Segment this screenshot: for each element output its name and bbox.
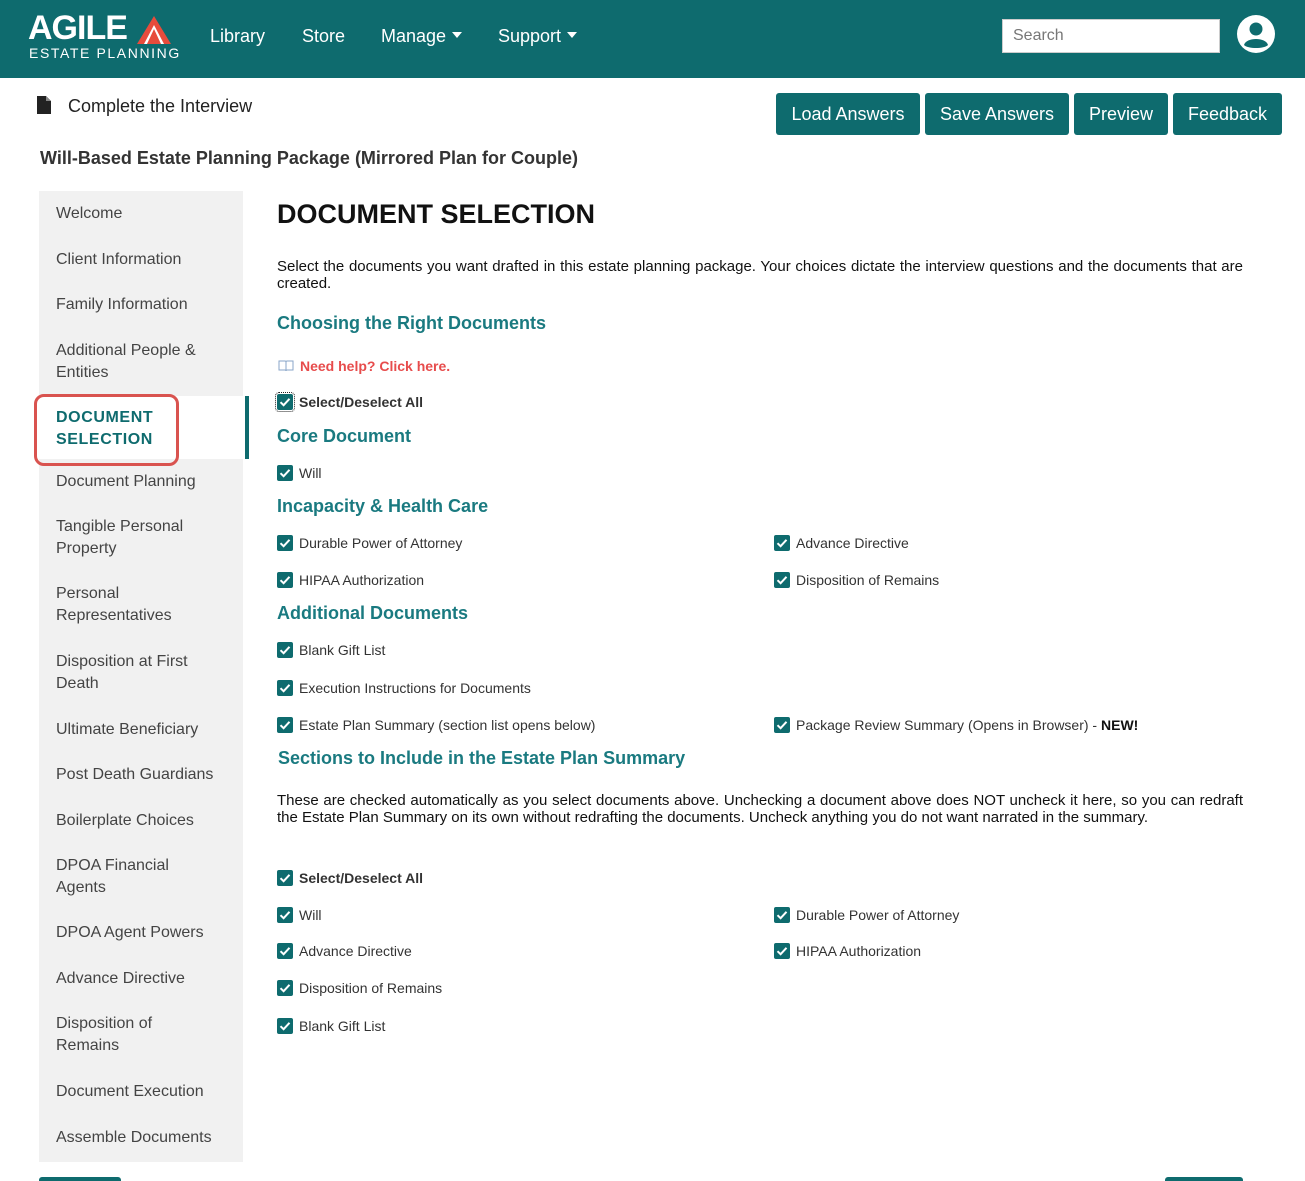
help-link-label: Need help? Click here. — [300, 358, 451, 374]
agile-logo[interactable]: AGILE ESTATE PLANNING — [28, 9, 181, 66]
checkbox-checked-icon — [277, 980, 293, 996]
checkbox-label: Advance Directive — [796, 535, 909, 551]
package-title: Will-Based Estate Planning Package (Mirr… — [40, 148, 578, 168]
choosing-documents-heading: Choosing the Right Documents — [277, 313, 546, 333]
chevron-down-icon — [452, 32, 463, 38]
nav-manage-label: Manage — [381, 26, 447, 46]
page-heading: Complete the Interview — [68, 96, 253, 116]
checkbox-label: Execution Instructions for Documents — [299, 680, 531, 696]
sidebar-item-dpoa-agent-powers[interactable]: DPOA Agent Powers — [56, 922, 238, 944]
checkbox-checked-icon — [277, 680, 293, 696]
sidebar-item-disposition-first-death[interactable]: Disposition at First Death — [56, 651, 206, 695]
checkbox-checked-icon — [277, 572, 293, 588]
top-navbar: AGILE ESTATE PLANNING Library Store Mana… — [0, 0, 1305, 78]
summary-sections-heading: Sections to Include in the Estate Plan S… — [278, 748, 686, 768]
checkbox-label: Will — [299, 465, 322, 481]
checkbox-label: Package Review Summary (Opens in Browser… — [796, 717, 1139, 733]
nav-support-dropdown[interactable]: Support — [498, 25, 578, 47]
back-button[interactable] — [39, 1177, 121, 1181]
checkbox-label: Disposition of Remains — [796, 572, 940, 588]
nav-support-label: Support — [498, 26, 562, 46]
feedback-button[interactable]: Feedback — [1173, 93, 1282, 135]
sidebar-item-additional-people[interactable]: Additional People & Entities — [56, 340, 216, 384]
user-circle-icon[interactable] — [1236, 14, 1276, 54]
sidebar-item-client-information[interactable]: Client Information — [56, 249, 238, 271]
checkbox-checked-icon — [277, 943, 293, 959]
sidebar-item-advance-directive[interactable]: Advance Directive — [56, 968, 238, 990]
section-title: DOCUMENT SELECTION — [277, 199, 596, 229]
book-icon — [278, 360, 294, 372]
checkbox-label: Durable Power of Attorney — [299, 535, 463, 551]
checkbox-checked-icon — [277, 465, 293, 481]
sidebar-item-personal-representatives[interactable]: Personal Representatives — [56, 583, 206, 627]
sidebar-item-boilerplate-choices[interactable]: Boilerplate Choices — [56, 810, 238, 832]
intro-text: Select the documents you want drafted in… — [277, 258, 1243, 292]
logo-tagline: ESTATE PLANNING — [29, 45, 181, 61]
checkbox-checked-icon — [277, 907, 293, 923]
checkbox-label: Advance Directive — [299, 943, 412, 959]
sidebar-item-welcome[interactable]: Welcome — [56, 203, 238, 225]
nav-library[interactable]: Library — [210, 25, 265, 47]
chevron-down-icon — [567, 32, 578, 38]
checkbox-label: Select/Deselect All — [299, 870, 423, 886]
document-icon — [37, 96, 51, 114]
sidebar-item-disposition-of-remains[interactable]: Disposition of Remains — [56, 1013, 176, 1057]
checkbox-checked-icon — [275, 392, 295, 412]
sidebar-item-document-execution[interactable]: Document Execution — [56, 1081, 238, 1103]
interview-sidebar: Welcome Client Information Family Inform… — [39, 191, 249, 1162]
nav-store[interactable]: Store — [302, 25, 345, 47]
new-badge: NEW! — [1101, 717, 1139, 733]
core-document-heading: Core Document — [277, 426, 412, 446]
checkbox-label: HIPAA Authorization — [299, 572, 425, 588]
nav-manage-dropdown[interactable]: Manage — [381, 25, 463, 47]
sidebar-item-tangible-personal-property[interactable]: Tangible Personal Property — [56, 516, 206, 560]
checkbox-checked-icon — [774, 572, 790, 588]
checkbox-checked-icon — [774, 943, 790, 959]
checkbox-label: Will — [299, 907, 322, 923]
checkbox-label: HIPAA Authorization — [796, 943, 922, 959]
checkbox-checked-icon — [774, 907, 790, 923]
sidebar-item-dpoa-financial-agents[interactable]: DPOA Financial Agents — [56, 855, 186, 899]
sidebar-item-assemble-documents[interactable]: Assemble Documents — [56, 1127, 238, 1149]
checkbox-checked-icon — [277, 717, 293, 733]
save-answers-button[interactable]: Save Answers — [925, 93, 1069, 135]
help-link[interactable]: Need help? Click here. — [278, 357, 450, 375]
checkbox-label: Estate Plan Summary (section list opens … — [299, 717, 596, 733]
checkbox-label: Blank Gift List — [299, 642, 386, 658]
next-button[interactable] — [1165, 1177, 1243, 1181]
sidebar-item-document-planning[interactable]: Document Planning — [56, 471, 238, 493]
checkbox-checked-icon — [774, 717, 790, 733]
checkbox-checked-icon — [277, 642, 293, 658]
sidebar-item-family-information[interactable]: Family Information — [56, 294, 238, 316]
sidebar-item-post-death-guardians[interactable]: Post Death Guardians — [56, 764, 238, 786]
load-answers-button[interactable]: Load Answers — [776, 93, 920, 135]
checkbox-label: Durable Power of Attorney — [796, 907, 960, 923]
checkbox-label: Select/Deselect All — [299, 394, 423, 410]
sidebar-item-ultimate-beneficiary[interactable]: Ultimate Beneficiary — [56, 719, 238, 741]
incapacity-heading: Incapacity & Health Care — [277, 496, 489, 516]
additional-documents-heading: Additional Documents — [277, 603, 469, 623]
search-input[interactable] — [1002, 19, 1220, 53]
checkbox-checked-icon — [774, 535, 790, 551]
logo-wordmark: AGILE — [28, 9, 128, 47]
checkbox-checked-icon — [277, 870, 293, 886]
checkbox-checked-icon — [277, 1018, 293, 1034]
checkbox-checked-icon — [277, 535, 293, 551]
preview-button[interactable]: Preview — [1074, 93, 1168, 135]
summary-intro-text: These are checked automatically as you s… — [277, 792, 1243, 826]
checkbox-label: Disposition of Remains — [299, 980, 443, 996]
logo-triangle-icon — [137, 16, 171, 44]
highlight-annotation-box — [34, 394, 179, 466]
checkbox-label: Blank Gift List — [299, 1018, 386, 1034]
